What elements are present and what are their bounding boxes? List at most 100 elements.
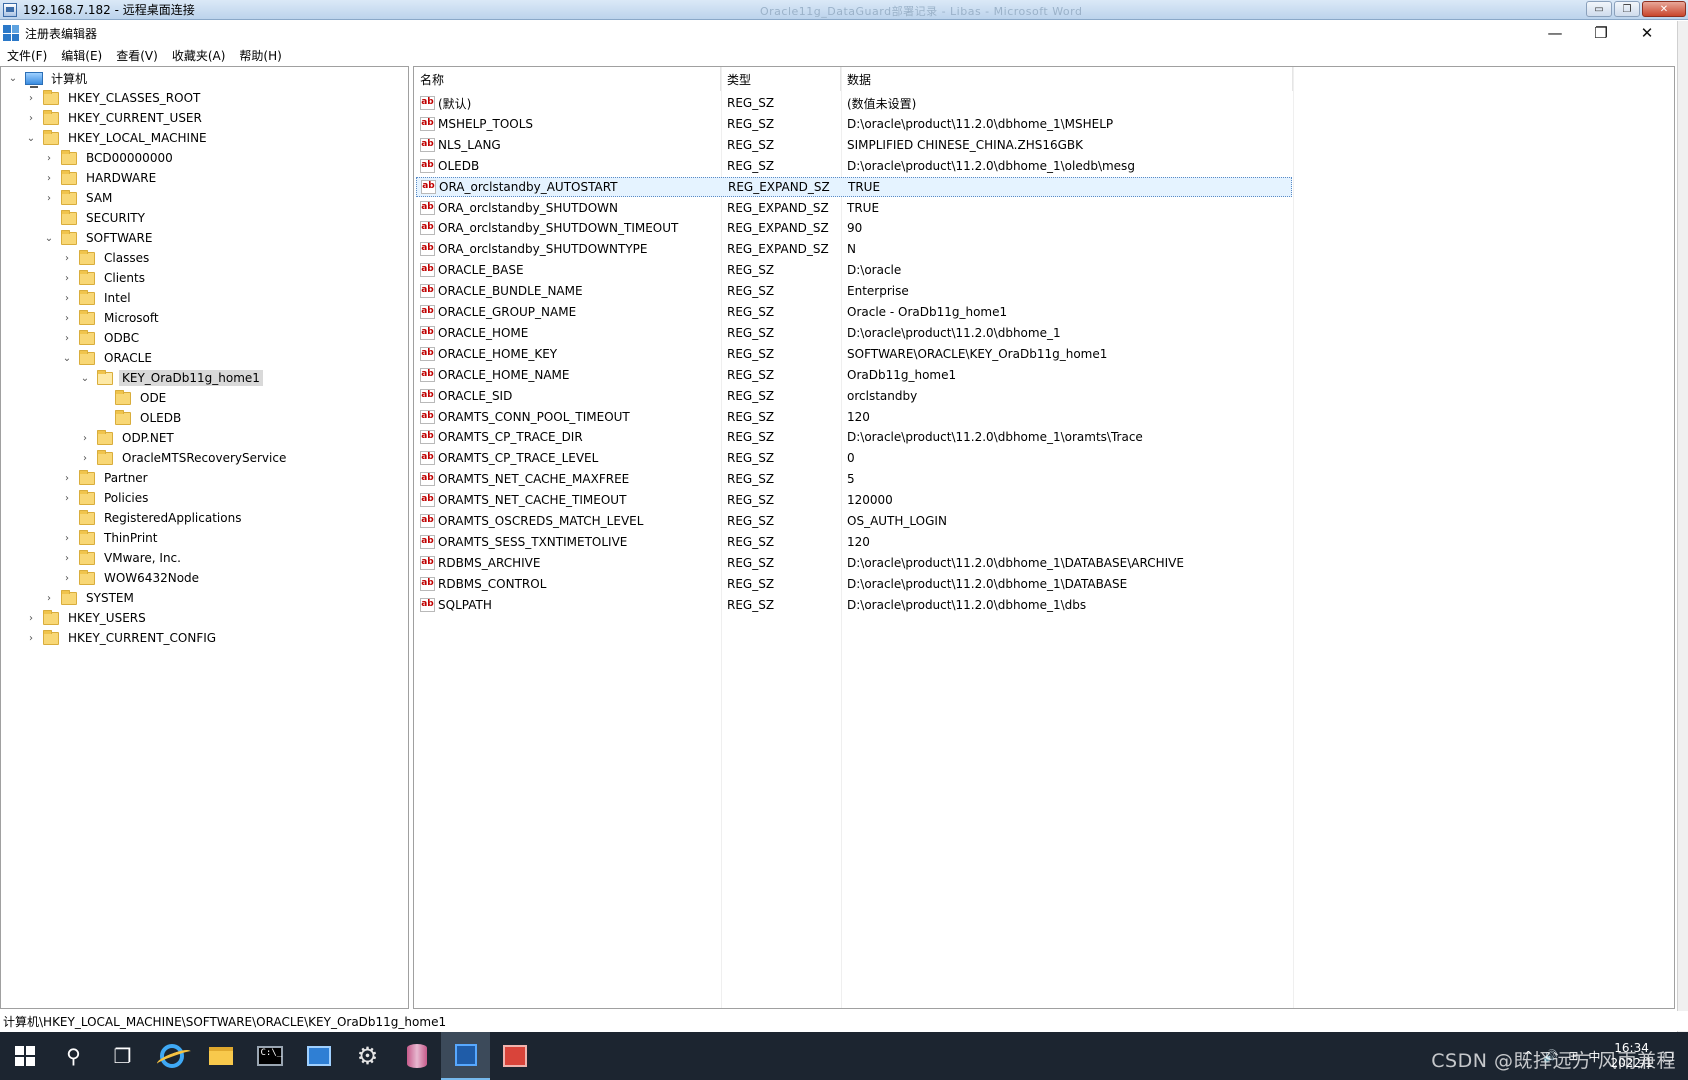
tree-node[interactable]: › HKEY_CLASSES_ROOT xyxy=(25,88,203,108)
tree-node[interactable]: ⌄ HKEY_LOCAL_MACHINE xyxy=(25,128,210,148)
value-row[interactable]: ab ORA_orclstandby_SHUTDOWN_TIMEOUT REG_EX… xyxy=(416,218,1292,238)
chevron-right-icon[interactable]: › xyxy=(61,492,73,504)
value-row[interactable]: ab (默认) REG_SZ (数值未设置) xyxy=(416,93,1292,113)
chevron-right-icon[interactable]: › xyxy=(43,192,55,204)
rdp-restore-button[interactable]: ❐ xyxy=(1614,1,1640,17)
chevron-right-icon[interactable]: › xyxy=(25,612,37,624)
chevron-right-icon[interactable]: › xyxy=(43,152,55,164)
value-row[interactable]: ab ORACLE_HOME REG_SZ D:\oracle\product\11.… xyxy=(416,323,1292,343)
search-button[interactable]: ⚲ xyxy=(49,1032,98,1080)
tree-node[interactable]: › ThinPrint xyxy=(61,528,160,548)
value-row[interactable]: ab ORAMTS_NET_CACHE_TIMEOUT REG_SZ 120000 xyxy=(416,490,1292,510)
taskbar-red-app[interactable] xyxy=(490,1032,539,1080)
tree-node[interactable]: › HKEY_USERS xyxy=(25,608,149,628)
registry-tree[interactable]: ⌄ 计算机 › HKEY_CLASSES_ROOT › HKEY_CURRENT_USER… xyxy=(0,66,409,1009)
column-header-name[interactable]: 名称 xyxy=(414,67,721,91)
tree-node[interactable]: › Policies xyxy=(61,488,151,508)
tree-node[interactable]: RegisteredApplications xyxy=(61,508,244,528)
menu-edit[interactable]: 编辑(E) xyxy=(54,47,109,64)
tree-node[interactable]: SECURITY xyxy=(43,208,148,228)
value-row[interactable]: ab NLS_LANG REG_SZ SIMPLIFIED CHINESE_CHINA… xyxy=(416,135,1292,155)
close-button[interactable]: ✕ xyxy=(1624,21,1670,45)
chevron-down-icon[interactable]: ⌄ xyxy=(7,72,19,84)
value-row[interactable]: ab RDBMS_ARCHIVE REG_SZ D:\oracle\product\1… xyxy=(416,553,1292,573)
value-row[interactable]: ab ORA_orclstandby_SHUTDOWNTYPE REG_EXPAND… xyxy=(416,239,1292,259)
start-button[interactable] xyxy=(0,1032,49,1080)
chevron-right-icon[interactable]: › xyxy=(61,552,73,564)
tree-node[interactable]: ⌄ KEY_OraDb11g_home1 xyxy=(79,368,263,388)
tree-node[interactable]: ⌄ SOFTWARE xyxy=(43,228,155,248)
value-row[interactable]: ab MSHELP_TOOLS REG_SZ D:\oracle\product\11… xyxy=(416,114,1292,134)
column-header-data[interactable]: 数据 xyxy=(841,67,1293,91)
tree-node[interactable]: › HKEY_CURRENT_CONFIG xyxy=(25,628,219,648)
value-row[interactable]: ab ORACLE_HOME_NAME REG_SZ OraDb11g_home1 xyxy=(416,365,1292,385)
taskbar-settings[interactable]: ⚙ xyxy=(343,1032,392,1080)
value-row[interactable]: ab ORA_orclstandby_SHUTDOWN REG_EXPAND_SZ T… xyxy=(416,198,1292,218)
value-row[interactable]: ab ORAMTS_CP_TRACE_LEVEL REG_SZ 0 xyxy=(416,448,1292,468)
chevron-right-icon[interactable]: › xyxy=(43,172,55,184)
chevron-right-icon[interactable]: › xyxy=(25,632,37,644)
rdp-close-button[interactable]: ✕ xyxy=(1642,1,1686,17)
tree-node[interactable]: ⌄ ORACLE xyxy=(61,348,155,368)
tree-node[interactable]: › Classes xyxy=(61,248,152,268)
tree-node[interactable]: › Microsoft xyxy=(61,308,162,328)
chevron-down-icon[interactable]: ⌄ xyxy=(25,132,37,144)
value-row[interactable]: ab ORACLE_SID REG_SZ orclstandby xyxy=(416,386,1292,406)
tree-node[interactable]: › WOW6432Node xyxy=(61,568,202,588)
value-row[interactable]: ab ORACLE_BUNDLE_NAME REG_SZ Enterprise xyxy=(416,281,1292,301)
value-row[interactable]: ab ORA_orclstandby_AUTOSTART REG_EXPAND_SZ… xyxy=(416,176,1292,197)
value-row[interactable]: ab ORACLE_HOME_KEY REG_SZ SOFTWARE\ORACLE\K… xyxy=(416,344,1292,364)
tree-node[interactable]: › SYSTEM xyxy=(43,588,137,608)
value-row[interactable]: ab ORAMTS_SESS_TXNTIMETOLIVE REG_SZ 120 xyxy=(416,532,1292,552)
menu-help[interactable]: 帮助(H) xyxy=(232,47,288,64)
value-row[interactable]: ab ORACLE_GROUP_NAME REG_SZ Oracle - OraDb1… xyxy=(416,302,1292,322)
tree-node[interactable]: › ODBC xyxy=(61,328,142,348)
tree-node[interactable]: › BCD00000000 xyxy=(43,148,176,168)
value-row[interactable]: ab RDBMS_CONTROL REG_SZ D:\oracle\product\1… xyxy=(416,574,1292,594)
tree-node[interactable]: OLEDB xyxy=(97,408,184,428)
tree-node[interactable]: › Clients xyxy=(61,268,148,288)
values-list[interactable]: 名称 类型 数据 ab (默认) REG_SZ (数值未设置) ab MSHELP_TOO… xyxy=(413,66,1675,1009)
taskbar-internet-explorer[interactable] xyxy=(147,1032,196,1080)
tree-node[interactable]: › ODP.NET xyxy=(79,428,177,448)
chevron-right-icon[interactable]: › xyxy=(61,252,73,264)
tree-node[interactable]: › Partner xyxy=(61,468,151,488)
tree-node[interactable]: › SAM xyxy=(43,188,115,208)
taskbar-file-explorer[interactable] xyxy=(196,1032,245,1080)
chevron-right-icon[interactable]: › xyxy=(61,312,73,324)
chevron-right-icon[interactable]: › xyxy=(61,292,73,304)
chevron-right-icon[interactable]: › xyxy=(25,112,37,124)
tree-node[interactable]: › HARDWARE xyxy=(43,168,159,188)
taskbar-server-manager[interactable] xyxy=(294,1032,343,1080)
chevron-right-icon[interactable]: › xyxy=(61,572,73,584)
taskbar-command-prompt[interactable]: C:\_ xyxy=(245,1032,294,1080)
rdp-minimize-button[interactable]: ▭ xyxy=(1586,1,1612,17)
chevron-right-icon[interactable]: › xyxy=(61,532,73,544)
menu-file[interactable]: 文件(F) xyxy=(0,47,54,64)
menu-favorites[interactable]: 收藏夹(A) xyxy=(165,47,233,64)
value-row[interactable]: ab ORAMTS_CP_TRACE_DIR REG_SZ D:\oracle\pro… xyxy=(416,427,1292,447)
chevron-right-icon[interactable]: › xyxy=(25,92,37,104)
taskbar-database-tool[interactable] xyxy=(392,1032,441,1080)
column-header-type[interactable]: 类型 xyxy=(721,67,841,91)
tree-node[interactable]: ODE xyxy=(97,388,169,408)
value-row[interactable]: ab SQLPATH REG_SZ D:\oracle\product\11.2.0\… xyxy=(416,595,1292,615)
value-row[interactable]: ab ORAMTS_NET_CACHE_MAXFREE REG_SZ 5 xyxy=(416,469,1292,489)
tree-node[interactable]: › OracleMTSRecoveryService xyxy=(79,448,289,468)
value-row[interactable]: ab OLEDB REG_SZ D:\oracle\product\11.2.0\db… xyxy=(416,156,1292,176)
chevron-right-icon[interactable]: › xyxy=(61,272,73,284)
chevron-down-icon[interactable]: ⌄ xyxy=(61,352,73,364)
chevron-down-icon[interactable]: ⌄ xyxy=(79,372,91,384)
tree-node[interactable]: › VMware, Inc. xyxy=(61,548,184,568)
chevron-right-icon[interactable]: › xyxy=(79,452,91,464)
task-view-button[interactable]: ❐ xyxy=(98,1032,147,1080)
value-row[interactable]: ab ORAMTS_CONN_POOL_TIMEOUT REG_SZ 120 xyxy=(416,407,1292,427)
chevron-right-icon[interactable]: › xyxy=(61,472,73,484)
tree-node[interactable]: ⌄ 计算机 xyxy=(7,68,90,88)
taskbar-registry-editor[interactable] xyxy=(441,1032,490,1080)
tree-node[interactable]: › Intel xyxy=(61,288,134,308)
minimize-button[interactable]: — xyxy=(1532,21,1578,45)
chevron-down-icon[interactable]: ⌄ xyxy=(43,232,55,244)
menu-view[interactable]: 查看(V) xyxy=(109,47,165,64)
chevron-right-icon[interactable]: › xyxy=(61,332,73,344)
